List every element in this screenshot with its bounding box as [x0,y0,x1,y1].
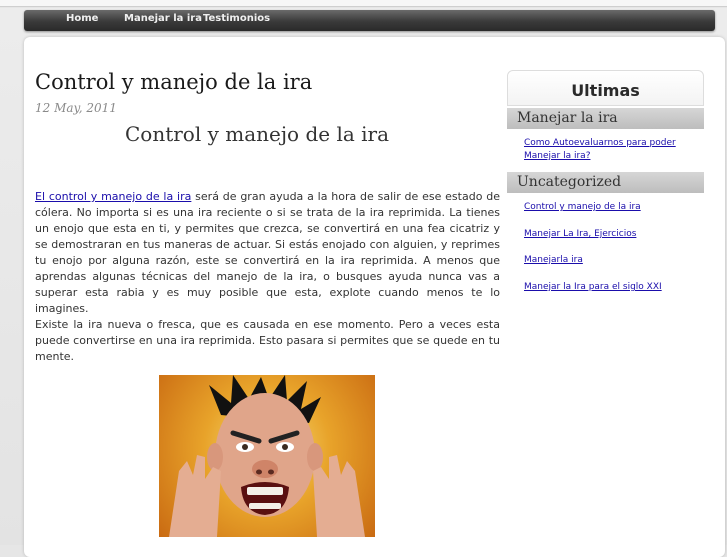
nav-separator: - [198,12,202,23]
category-manejar-ira: Manejar la ira [507,108,704,129]
post-title[interactable]: Control y manejo de la ira [35,70,312,94]
post-heading: Control y manejo de la ira [124,122,390,146]
sidebar-link-manejarla[interactable]: Manejarla ira [524,254,699,267]
nav-home-link[interactable]: Home [66,13,98,24]
paragraph-1-text: será de gran ayuda a la hora de salir de… [35,190,500,315]
nav-manejar-ira-link[interactable]: Manejar la ira [124,13,202,24]
main-nav: Home Manejar la ira - Testimonios [24,10,715,31]
paragraph-2: Existe la ira nueva o fresca, que es cau… [35,318,500,363]
post-date: 12 May, 2011 [35,101,117,115]
nav-testimonios-link[interactable]: Testimonios [203,13,270,24]
angry-man-image [159,375,375,537]
post-body: El control y manejo de la ira será de gr… [35,189,500,365]
sidebar: Ultimas Publicaciones Manejar la ira Com… [507,70,704,300]
sidebar-link-autoevaluarnos[interactable]: Como Autoevaluarnos para poder Manejar l… [524,137,699,163]
sidebar-link-control-manejo[interactable]: Control y manejo de la ira [524,201,699,214]
angry-man-illustration [169,375,365,537]
category-uncategorized: Uncategorized [507,172,704,193]
top-strip [0,0,727,7]
sidebar-link-ejercicios[interactable]: Manejar La Ira, Ejercicios [524,228,699,241]
sidebar-link-siglo-xxi[interactable]: Manejar la Ira para el siglo XXI [524,281,699,294]
paragraph-1: El control y manejo de la ira será de gr… [35,189,500,317]
control-manejo-link[interactable]: El control y manejo de la ira [35,190,191,203]
